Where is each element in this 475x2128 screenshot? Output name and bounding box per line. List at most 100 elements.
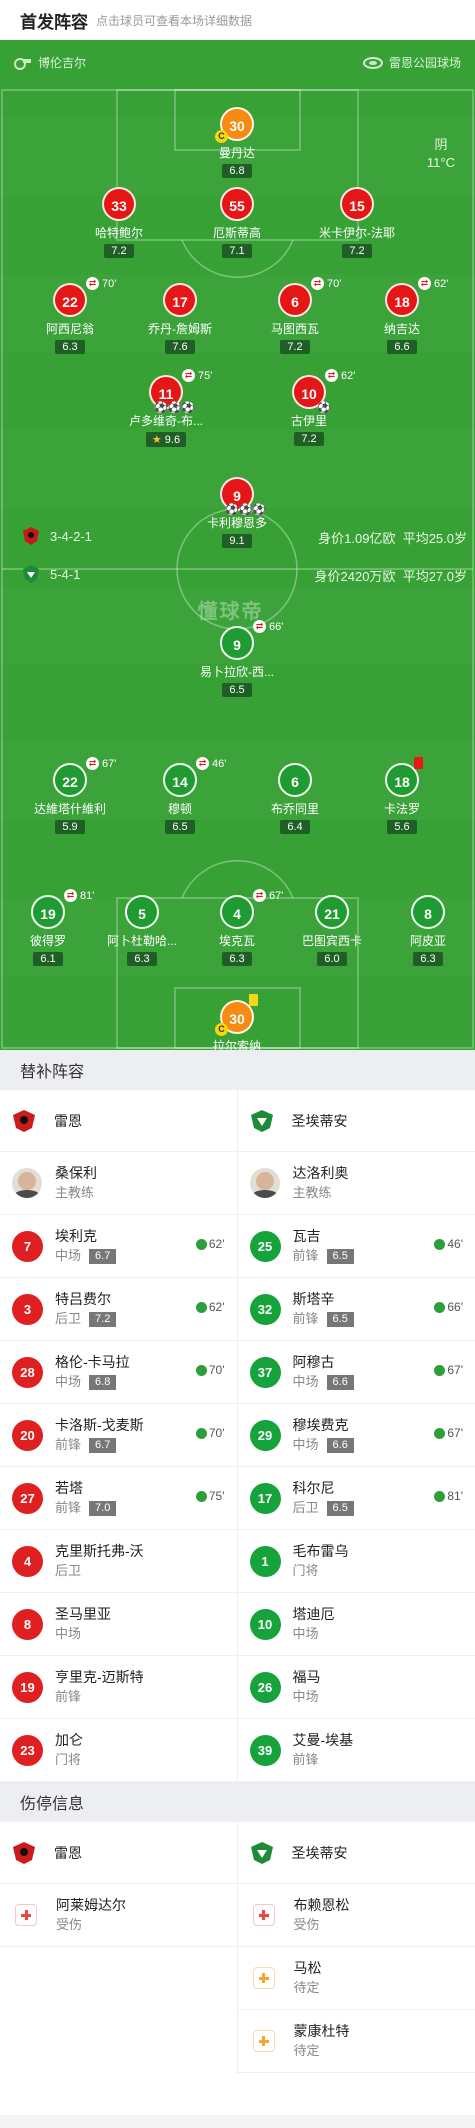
sub-player-row[interactable]: 3 特吕费尔 后卫 7.2 62' <box>0 1278 237 1341</box>
home-player[interactable]: 9 ⚽⚽⚽ 卡利穆恩多 9.1 <box>177 477 297 549</box>
away-team-row[interactable]: 圣埃蒂安 <box>237 1090 475 1152</box>
away-player[interactable]: 30C拉尔索纳6.4 <box>177 994 297 1050</box>
sub-player-info: 斯塔辛 前锋 6.5 <box>293 1289 354 1329</box>
sub-player-position: 门将 <box>293 1561 349 1581</box>
sub-player-row[interactable]: 17 科尔尼 后卫 6.5 81' <box>237 1467 475 1530</box>
away-player[interactable]: 14 ⇄ 46' 穆顿 6.5 <box>120 757 240 835</box>
home-player[interactable]: 22 ⇄ 70' 阿西尼翁 6.3 <box>10 277 130 355</box>
player-number-badge: 4 <box>220 895 254 929</box>
substitution-marker: ⇄ 66' <box>253 620 283 633</box>
away-player[interactable]: 22 ⇄ 67' 达維塔什維利 5.9 <box>10 757 130 835</box>
sub-player-row[interactable]: 23 加仑 门将 <box>0 1719 237 1782</box>
sub-out-icon: ⇄ <box>325 369 338 382</box>
home-player[interactable]: 30 C 曼丹达 6.8 <box>177 107 297 179</box>
home-player[interactable]: 10 ⇄ 62' ⚽ 古伊里 7.2 <box>249 369 369 447</box>
substitution-marker: ⇄ 67' <box>86 757 116 770</box>
sub-rating: 7.2 <box>89 1312 117 1327</box>
away-coach-row[interactable]: 达洛利奥 主教练 <box>237 1152 475 1215</box>
sub-player-row[interactable]: 26 福马 中场 <box>237 1656 475 1719</box>
injury-row[interactable]: 蒙康杜特 待定 <box>237 2010 475 2073</box>
sub-time: 75' <box>198 369 213 382</box>
home-player[interactable]: 55 厄斯蒂高 7.1 <box>177 187 297 259</box>
sub-in-minute: 66' <box>447 1300 463 1314</box>
sub-player-row[interactable]: 1 毛布雷乌门将 <box>237 1530 475 1593</box>
sub-player-row[interactable]: 27 若塔 前锋 7.0 75' <box>0 1467 237 1530</box>
sub-player-position: 后卫 6.5 <box>293 1498 354 1518</box>
home-player[interactable]: 11 ⇄ 75' ⚽⚽⚽ 卢多维奇-布... ★ 9.6 <box>106 369 226 448</box>
away-player[interactable]: 6 布乔同里 6.4 <box>235 763 355 835</box>
sub-player-row[interactable]: 32 斯塔辛 前锋 6.5 66' <box>237 1278 475 1341</box>
sub-player-row[interactable]: 37 阿穆古 中场 6.6 67' <box>237 1341 475 1404</box>
sub-player-name: 艾曼-埃基 <box>292 1732 354 1748</box>
home-player[interactable]: 15 米卡伊尔-法耶 7.2 <box>297 187 417 259</box>
injury-row[interactable]: 马松 待定 <box>237 1947 475 2010</box>
sub-out-icon: ⇄ <box>86 277 99 290</box>
sub-player-row[interactable]: 20 卡洛斯-戈麦斯 前锋 6.7 70' <box>0 1404 237 1467</box>
player-rating: 6.4 <box>280 820 310 834</box>
sub-player-row[interactable]: 25 瓦吉 前锋 6.5 46' <box>237 1215 475 1278</box>
sub-number-badge: 32 <box>249 1293 281 1325</box>
sub-number-badge: 37 <box>249 1356 281 1388</box>
home-formation-text: 3-4-2-1 <box>50 528 92 544</box>
player-number-badge: 8 <box>411 895 445 929</box>
injury-status: 受伤 <box>56 1917 83 1932</box>
sub-player-name: 毛布雷乌 <box>292 1543 349 1559</box>
sub-in-time: 70' <box>195 1363 225 1377</box>
player-name: 乔丹-詹姆斯 <box>148 322 212 336</box>
sub-in-icon <box>434 1364 446 1376</box>
coach-role: 主教练 <box>292 1185 332 1200</box>
home-coach-row[interactable]: 桑保利 主教练 <box>0 1152 237 1215</box>
sub-player-info: 福马 中场 <box>293 1667 321 1707</box>
sub-player-info: 克里斯托弗-沃 后卫 <box>55 1541 144 1581</box>
sub-rating: 6.8 <box>89 1375 117 1390</box>
sub-time: 70' <box>327 277 342 290</box>
sub-number-badge: 1 <box>249 1545 281 1577</box>
sub-in-minute: 46' <box>447 1237 463 1251</box>
home-player[interactable]: 18 ⇄ 62' 纳吉达 6.6 <box>342 277 462 355</box>
home-player[interactable]: 6 ⇄ 70' 马图西瓦 7.2 <box>235 277 355 355</box>
sub-number-badge: 23 <box>12 1734 43 1766</box>
sub-player-row[interactable]: 4 克里斯托弗-沃 后卫 <box>0 1530 237 1593</box>
player-rating: 6.3 <box>55 340 85 354</box>
sub-player-row[interactable]: 29 穆埃费克 中场 6.6 67' <box>237 1404 475 1467</box>
home-team-row[interactable]: 雷恩 <box>0 1090 237 1152</box>
sub-player-name: 斯塔辛 <box>292 1291 335 1307</box>
home-player[interactable]: 17 乔丹-詹姆斯 7.6 <box>120 283 240 355</box>
injury-row[interactable]: 布赖恩松 受伤 <box>237 1884 475 1947</box>
sub-player-name: 亨里克-迈斯特 <box>55 1669 144 1685</box>
sub-player-row[interactable]: 39 艾曼-埃基 前锋 <box>237 1719 475 1782</box>
sub-number-badge: 26 <box>249 1671 281 1703</box>
sub-number-badge: 29 <box>249 1419 281 1451</box>
sub-time: 67' <box>102 757 117 770</box>
sub-player-info: 瓦吉 前锋 6.5 <box>293 1226 354 1266</box>
sub-player-row[interactable]: 19 亨里克-迈斯特 前锋 <box>0 1656 237 1719</box>
injury-info: 蒙康杜特 待定 <box>294 2021 350 2061</box>
away-player[interactable]: 18 卡法罗 5.6 <box>342 757 462 835</box>
sub-number-badge: 20 <box>12 1419 43 1451</box>
player-rating: 6.5 <box>165 820 195 834</box>
sub-player-row[interactable]: 28 格伦-卡马拉 中场 6.8 70' <box>0 1341 237 1404</box>
whistle-icon <box>14 57 31 70</box>
sub-in-minute: 70' <box>208 1426 225 1440</box>
away-player[interactable]: 8 阿皮亚 6.3 <box>368 895 475 967</box>
injury-info: 马松 待定 <box>294 1958 322 1998</box>
sub-player-row[interactable]: 8 圣马里亚 中场 <box>0 1593 237 1656</box>
away-player[interactable]: 9 ⇄ 66' 易卜拉欣-西... 6.5 <box>177 620 297 698</box>
home-value: 身价1.09亿欧 <box>318 531 396 546</box>
sub-in-icon <box>434 1490 446 1502</box>
player-name: 易卜拉欣-西... <box>200 665 274 679</box>
red-card-icon <box>414 757 423 769</box>
sub-player-row[interactable]: 7 埃利克 中场 6.7 62' <box>0 1215 237 1278</box>
injury-row[interactable]: 阿莱姆达尔 受伤 <box>0 1884 237 1947</box>
substitution-marker: ⇄ 70' <box>311 277 341 290</box>
sub-number-badge: 28 <box>12 1356 43 1388</box>
sub-player-position: 中场 6.6 <box>293 1372 354 1392</box>
player-rating: 6.5 <box>222 683 252 697</box>
sub-player-row[interactable]: 10 塔迪厄 中场 <box>237 1593 475 1656</box>
sub-number-badge: 4 <box>12 1545 43 1577</box>
home-player[interactable]: 33 哈特鲍尔 7.2 <box>59 187 179 259</box>
saint-etienne-logo-icon <box>250 1109 273 1132</box>
sub-in-minute: 70' <box>208 1363 225 1377</box>
sub-player-name: 卡洛斯-戈麦斯 <box>55 1417 144 1433</box>
player-rating: 6.0 <box>317 952 347 966</box>
